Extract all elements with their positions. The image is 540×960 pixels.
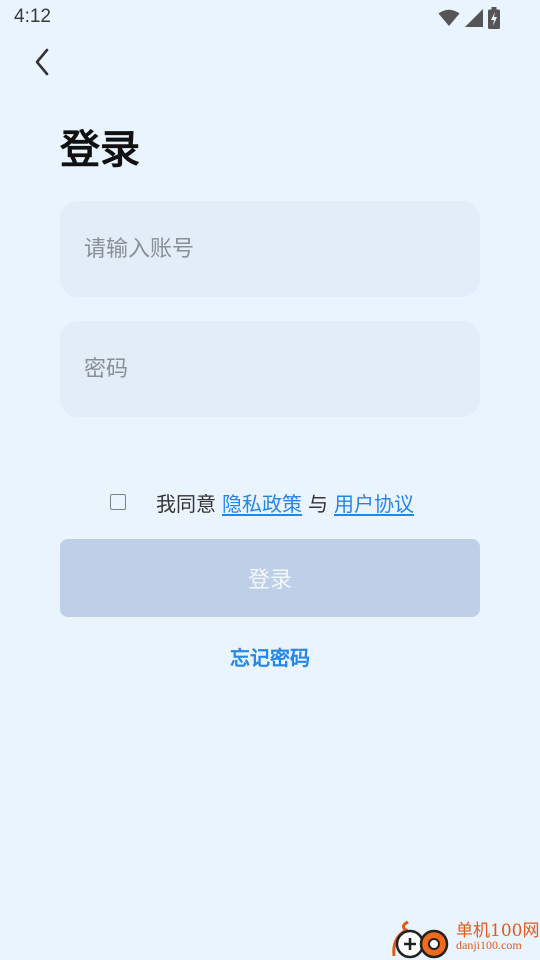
signal-icon	[465, 9, 483, 27]
gamepad-logo-icon	[392, 920, 449, 959]
page-title: 登录	[60, 127, 140, 173]
password-input[interactable]	[60, 321, 480, 417]
forgot-password-link[interactable]: 忘记密码	[0, 642, 540, 671]
back-button[interactable]	[24, 42, 60, 82]
login-button[interactable]: 登录	[60, 539, 480, 617]
status-time: 4:12	[14, 6, 51, 27]
privacy-policy-link[interactable]: 隐私政策	[222, 488, 302, 517]
account-input[interactable]	[60, 201, 480, 297]
chevron-left-icon	[35, 48, 49, 76]
user-agreement-link[interactable]: 用户协议	[334, 488, 414, 517]
wifi-icon	[438, 9, 460, 26]
battery-charging-icon	[488, 7, 500, 29]
agreement-conjunction: 与	[308, 491, 328, 516]
watermark: 单机100网 danji100.com	[390, 914, 540, 960]
agreement-prefix: 我同意	[156, 491, 216, 516]
status-icons	[438, 7, 500, 29]
watermark-url: danji100.com	[456, 938, 522, 952]
status-bar: 4:12	[0, 0, 540, 36]
agreement-row: 我同意 隐私政策 与 用户协议	[0, 486, 540, 518]
agreement-checkbox[interactable]	[110, 494, 126, 510]
